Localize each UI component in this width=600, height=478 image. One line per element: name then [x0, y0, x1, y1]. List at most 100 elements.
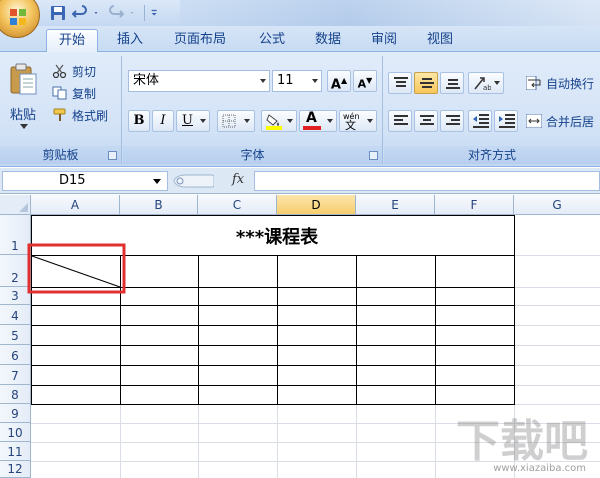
- paste-button[interactable]: 粘贴: [10, 104, 36, 123]
- grow-font-arrow-icon: ▲: [340, 76, 348, 85]
- clipboard-group-label: 剪贴板: [0, 146, 121, 164]
- font-size-value: 11: [277, 73, 294, 88]
- tab-page-layout[interactable]: 页面布局: [164, 29, 236, 52]
- borders-dropdown-icon: [244, 119, 250, 123]
- font-size-select[interactable]: 11: [272, 70, 322, 92]
- underline-label: U: [182, 113, 193, 128]
- clipboard-group: 粘贴 剪切 复制 格式刷 剪贴板: [0, 56, 122, 164]
- font-group-label: 字体: [123, 146, 382, 164]
- formula-bar-controls: fx: [172, 171, 252, 191]
- borders-icon: [222, 114, 236, 128]
- title-background: [180, 0, 600, 26]
- align-left-button[interactable]: [388, 110, 412, 132]
- name-box-value: D15: [59, 173, 86, 188]
- tab-review[interactable]: 审阅: [362, 29, 406, 52]
- worksheet-grid[interactable]: A B C D E F G 1 2 3 4 5 6 7 8 9 10 11 12: [0, 195, 600, 478]
- formula-input[interactable]: [254, 171, 600, 191]
- grow-font-button[interactable]: A▲: [327, 70, 351, 92]
- quick-access-toolbar: [50, 4, 161, 22]
- format-painter-button[interactable]: 格式刷: [72, 107, 108, 124]
- format-painter-icon[interactable]: [52, 108, 68, 122]
- align-right-icon: [446, 115, 460, 125]
- insert-function-button[interactable]: fx: [232, 172, 244, 187]
- decrease-indent-button[interactable]: [468, 110, 492, 132]
- redo-icon[interactable]: [108, 5, 124, 21]
- align-top-icon: [394, 77, 408, 87]
- underline-dropdown-icon: [200, 119, 206, 123]
- shrink-font-label: A: [357, 77, 367, 91]
- tab-data[interactable]: 数据: [306, 29, 350, 52]
- chevron-down-icon: [153, 179, 161, 184]
- tab-view[interactable]: 视图: [418, 29, 462, 52]
- qat-separator: [144, 5, 145, 21]
- formula-bar: D15 fx: [0, 168, 600, 194]
- align-top-button[interactable]: [388, 72, 412, 94]
- borders-button[interactable]: [217, 110, 255, 132]
- font-color-swatch: [303, 126, 321, 130]
- merge-center-icon[interactable]: [526, 114, 542, 128]
- font-dialog-launcher[interactable]: [369, 151, 378, 160]
- chevron-down-icon: [312, 79, 318, 83]
- orientation-dropdown-icon: [494, 81, 500, 85]
- ribbon-tabs: 开始 插入 页面布局 公式 数据 审阅 视图: [0, 26, 600, 53]
- font-name-select[interactable]: 宋体: [128, 70, 270, 92]
- undo-icon[interactable]: [72, 5, 88, 21]
- paste-dropdown-icon[interactable]: [20, 124, 28, 130]
- phonetic-guide-button[interactable]: wén 文: [339, 110, 377, 132]
- font-name-value: 宋体: [133, 73, 160, 88]
- chevron-down-icon: [260, 79, 266, 83]
- tab-insert[interactable]: 插入: [108, 29, 152, 52]
- cell-diagonal-line: [31, 255, 121, 288]
- sheet-title-cell[interactable]: ***课程表: [120, 223, 434, 249]
- clipboard-dialog-launcher[interactable]: [108, 151, 117, 160]
- increase-indent-button[interactable]: [494, 110, 518, 132]
- align-bottom-button[interactable]: [440, 72, 464, 94]
- title-bar: [0, 0, 600, 38]
- highlight-box: [27, 243, 126, 294]
- align-middle-icon: [420, 78, 434, 88]
- align-right-button[interactable]: [440, 110, 464, 132]
- cut-button[interactable]: 剪切: [72, 63, 96, 80]
- merge-center-button[interactable]: 合并后居: [546, 113, 594, 130]
- font-color-button[interactable]: A: [299, 110, 337, 132]
- watermark-url: www.xiazaiba.com: [493, 463, 586, 474]
- align-bottom-icon: [446, 79, 460, 89]
- customize-qat-icon[interactable]: [151, 5, 161, 21]
- redo-dropdown-icon[interactable]: [130, 5, 138, 21]
- font-color-dropdown-icon: [327, 119, 333, 123]
- name-box[interactable]: D15: [2, 171, 168, 191]
- office-logo-icon: [10, 9, 26, 25]
- wrap-text-button[interactable]: 自动换行: [546, 75, 594, 92]
- paste-icon[interactable]: [8, 62, 38, 98]
- undo-dropdown-icon[interactable]: [94, 5, 102, 21]
- ribbon: 粘贴 剪切 复制 格式刷 剪贴板 宋体 11 A▲ A▼ B I U A wén…: [0, 52, 600, 167]
- copy-icon[interactable]: [52, 86, 68, 100]
- shrink-font-button[interactable]: A▼: [353, 70, 377, 92]
- align-center-icon: [420, 115, 434, 125]
- phonetic-char: 文: [345, 119, 356, 132]
- save-icon[interactable]: [50, 5, 66, 21]
- tab-formulas[interactable]: 公式: [250, 29, 294, 52]
- wrap-text-icon[interactable]: [526, 76, 542, 90]
- formula-bar-grip-icon[interactable]: [172, 173, 214, 189]
- svg-text:ab: ab: [483, 84, 491, 91]
- increase-indent-icon: [499, 114, 515, 128]
- scissors-icon[interactable]: [52, 64, 68, 78]
- fill-color-button[interactable]: [261, 110, 297, 132]
- fill-bucket-icon: [266, 114, 282, 130]
- align-middle-button[interactable]: [414, 72, 438, 94]
- watermark-brand: 下载吧: [456, 416, 588, 467]
- underline-button[interactable]: U: [176, 110, 210, 132]
- orientation-button[interactable]: ab: [468, 72, 504, 94]
- font-group: 宋体 11 A▲ A▼ B I U A wén 文 字体: [123, 56, 383, 164]
- tab-home[interactable]: 开始: [46, 29, 98, 53]
- italic-button[interactable]: I: [152, 110, 174, 132]
- copy-button[interactable]: 复制: [72, 85, 96, 102]
- alignment-group-label: 对齐方式: [384, 146, 600, 164]
- fill-color-dropdown-icon: [287, 119, 293, 123]
- align-center-button[interactable]: [414, 110, 438, 132]
- grow-font-label: A: [330, 77, 341, 93]
- font-color-letter: A: [306, 110, 317, 126]
- alignment-group: ab 自动换行 合并后居 对齐方式: [384, 56, 600, 164]
- bold-button[interactable]: B: [128, 110, 150, 132]
